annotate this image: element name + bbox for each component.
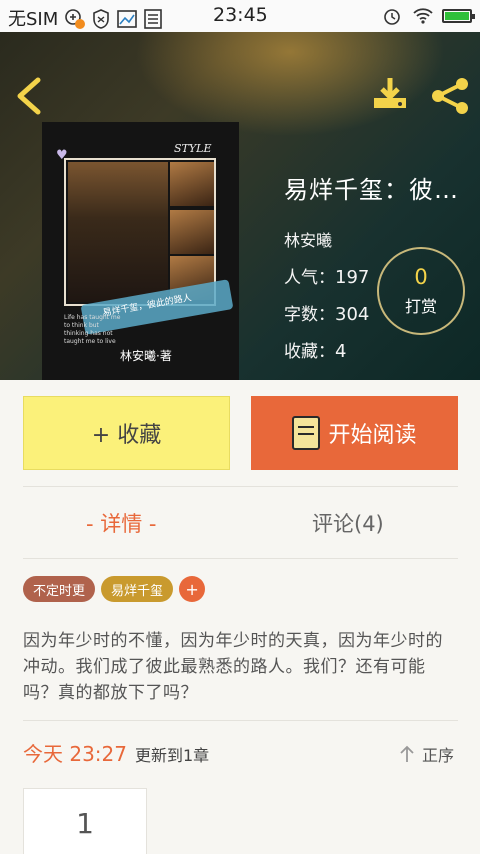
word-count-label: 字数： (284, 305, 335, 325)
update-text: 更新到1章 (135, 746, 210, 765)
tag-item[interactable]: 不定时更 (23, 576, 96, 602)
add-tag-button[interactable]: + (179, 576, 206, 602)
alarm-icon (382, 6, 402, 26)
start-reading-button[interactable]: 开始阅读 (251, 396, 458, 470)
book-cover[interactable]: ♥ ♥ STYLE 易烊千玺，彼此的路人 Life has taught me … (42, 122, 239, 380)
add-favorite-button[interactable]: + 收藏 (23, 396, 230, 470)
arrow-up-icon (400, 745, 414, 762)
book-author[interactable]: 林安曦 (284, 227, 476, 251)
popularity-label: 人气： (284, 268, 335, 288)
update-time: 今天 23:27 (23, 742, 127, 766)
cover-small-text: Life has taught me to think but thinking… (64, 314, 121, 345)
carrier-label: 无SIM (8, 9, 59, 30)
divider (23, 720, 458, 721)
clock: 23:45 (213, 4, 268, 26)
reward-label: 打赏 (404, 297, 437, 316)
status-bar: 无SIM 23:45 (0, 0, 480, 32)
divider (23, 558, 458, 559)
book-title: 易烊千玺：彼… (284, 176, 459, 204)
popularity-value: 197 (335, 267, 370, 288)
back-arrow-icon[interactable] (12, 72, 48, 120)
sort-order-label: 正序 (422, 746, 455, 765)
word-count-value: 304 (335, 304, 370, 325)
update-info: 今天 23:27 更新到1章 (23, 738, 209, 767)
share-icon[interactable] (428, 74, 472, 118)
chart-icon (116, 8, 138, 28)
cover-author-mark: 林安曦·著 (120, 349, 172, 363)
favorites-label: 收藏： (284, 342, 335, 362)
favorites-value: 4 (335, 341, 347, 362)
shield-icon (90, 8, 110, 29)
tag-list: 不定时更 易烊千玺 + (23, 576, 206, 602)
tab-comments[interactable]: 评论(4) (312, 508, 384, 538)
book-icon (292, 416, 321, 450)
cover-photo (170, 162, 214, 206)
app-notification-icon (64, 8, 86, 29)
cover-photo (170, 210, 214, 254)
add-favorite-label: + 收藏 (91, 423, 162, 448)
cover-photo (68, 162, 168, 302)
favorites-stat: 收藏：4 (284, 337, 476, 362)
battery-icon (442, 9, 475, 23)
wifi-icon (412, 6, 433, 26)
book-header: ♥ ♥ STYLE 易烊千玺，彼此的路人 Life has taught me … (0, 32, 480, 380)
document-icon (142, 8, 163, 29)
download-icon[interactable] (370, 74, 410, 114)
book-description: 因为年少时的不懂，因为年少时的天真，因为年少时的冲动。我们成了彼此最熟悉的路人。… (23, 631, 443, 703)
divider (23, 486, 458, 487)
chapter-item[interactable]: 1 (23, 788, 147, 854)
cover-style-text: STYLE (174, 142, 212, 155)
reward-count: 0 (414, 265, 428, 289)
chapter-number: 1 (76, 806, 94, 840)
tag-item[interactable]: 易烊千玺 (101, 576, 174, 602)
tab-detail[interactable]: - 详情 - (86, 508, 157, 538)
sort-order-button[interactable]: 正序 (398, 742, 454, 766)
reward-button[interactable]: 0 打赏 (377, 247, 465, 335)
start-reading-label: 开始阅读 (328, 423, 417, 448)
